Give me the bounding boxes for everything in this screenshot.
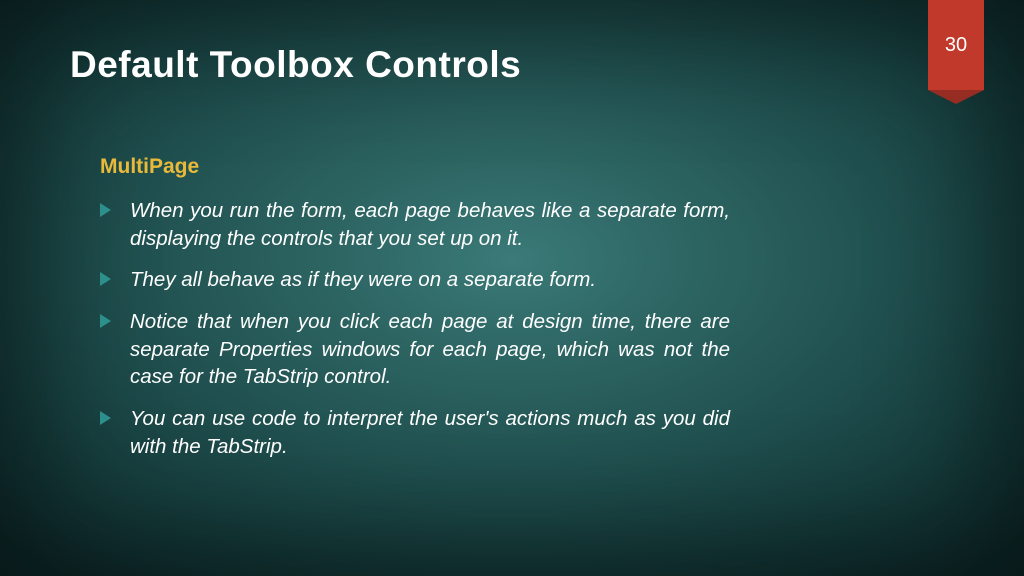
bullet-text: Notice that when you click each page at … <box>130 310 730 388</box>
slide-title: Default Toolbox Controls <box>70 44 521 86</box>
page-number-ribbon: 30 <box>928 0 984 90</box>
bullet-text: You can use code to interpret the user's… <box>130 407 730 458</box>
triangle-bullet-icon <box>100 203 111 217</box>
triangle-bullet-icon <box>100 272 111 286</box>
slide: Default Toolbox Controls 30 MultiPage Wh… <box>0 0 1024 576</box>
bullet-list: When you run the form, each page behaves… <box>100 197 730 460</box>
slide-content: MultiPage When you run the form, each pa… <box>100 155 730 474</box>
page-number: 30 <box>945 34 967 57</box>
bullet-item: Notice that when you click each page at … <box>100 308 730 391</box>
triangle-bullet-icon <box>100 314 111 328</box>
triangle-bullet-icon <box>100 411 111 425</box>
bullet-item: When you run the form, each page behaves… <box>100 197 730 252</box>
section-heading: MultiPage <box>100 155 730 179</box>
bullet-text: When you run the form, each page behaves… <box>130 199 730 250</box>
bullet-item: You can use code to interpret the user's… <box>100 405 730 460</box>
bullet-text: They all behave as if they were on a sep… <box>130 268 596 291</box>
bullet-item: They all behave as if they were on a sep… <box>100 266 730 294</box>
